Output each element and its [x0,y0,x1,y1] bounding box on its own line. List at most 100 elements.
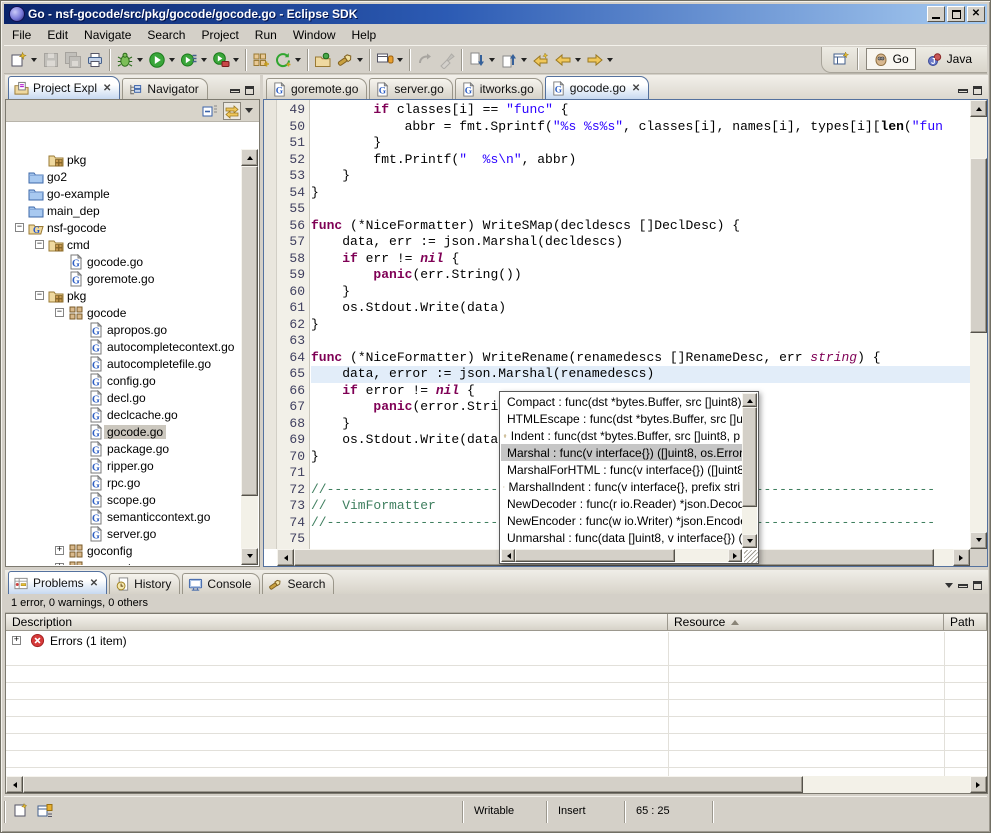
tree-item-decl-go[interactable]: Gdecl.go [7,389,241,406]
collapse-all-icon[interactable] [201,102,219,120]
collapse-expander[interactable]: − [15,223,24,232]
view-menu-icon[interactable] [945,583,953,592]
prev-annotation-dropdown-icon[interactable] [521,58,527,65]
forward-button[interactable] [584,48,616,72]
tree-item-pkg[interactable]: −pkg [7,287,241,304]
minimize-view-icon[interactable] [958,89,968,93]
editor-tab-itworks-go[interactable]: Gitworks.go [455,78,543,99]
editor-body[interactable]: 4950515253545556575859606162636465666768… [263,99,988,567]
menu-file[interactable]: File [4,26,39,44]
external-tools-button[interactable] [210,48,242,72]
next-annotation-dropdown-icon[interactable] [489,58,495,65]
popup-resize-grip[interactable] [744,550,758,563]
debug-button[interactable] [114,48,146,72]
tree-item-goremote[interactable]: +goremote [7,559,241,565]
debug-dropdown-icon[interactable] [137,58,143,65]
editor-tab-goremote-go[interactable]: Ggoremote.go [266,78,367,99]
completion-item-compact[interactable]: Compact : func(dst *bytes.Buffer, src []… [501,393,742,410]
maximize-view-icon[interactable] [973,86,982,95]
tree-item-nsf-gocode[interactable]: −Gnsf-gocode [7,219,241,236]
tree-scrollbar[interactable] [241,149,258,565]
forward-dropdown-icon[interactable] [607,58,613,65]
tree-item-server-go[interactable]: Gserver.go [7,525,241,542]
problems-hscrollbar[interactable] [6,776,987,793]
column-header-resource[interactable]: Resource [668,614,944,630]
explorer-tab-project-expl[interactable]: Project Expl✕ [8,76,120,99]
problems-tab-problems[interactable]: Problems✕ [8,571,107,594]
tree-item-goremote-go[interactable]: Ggoremote.go [7,270,241,287]
tree-item-cmd[interactable]: −cmd [7,236,241,253]
problems-tab-history[interactable]: History [109,573,180,594]
tree-item-pkg[interactable]: pkg [7,151,241,168]
go-refresh-button[interactable] [272,48,304,72]
perspective-go-button[interactable]: Go [866,48,916,70]
tree-item-scope-go[interactable]: Gscope.go [7,491,241,508]
external-tools-dropdown-icon[interactable] [233,58,239,65]
tree-item-main-dep[interactable]: main_dep [7,202,241,219]
tree-item-apropos-go[interactable]: Gapropos.go [7,321,241,338]
back-button[interactable] [552,48,584,72]
link-with-editor-icon[interactable] [223,102,241,120]
collapse-expander[interactable]: − [55,308,64,317]
print-button[interactable] [84,48,106,72]
editor-tab-gocode-go[interactable]: Ggocode.go✕ [545,76,649,99]
tree-item-ripper-go[interactable]: Gripper.go [7,457,241,474]
close-button[interactable]: ✕ [967,6,985,22]
editor-tab-server-go[interactable]: Gserver.go [369,78,452,99]
view-menu-icon[interactable] [245,108,253,117]
editor-vscrollbar[interactable] [970,100,987,549]
console-display-button[interactable] [374,48,406,72]
table-row[interactable]: +Errors (1 item) [6,632,987,649]
menu-help[interactable]: Help [344,26,385,44]
completion-item-htmlescape[interactable]: HTMLEscape : func(dst *bytes.Buffer, src… [501,410,742,427]
completion-item-newencoder[interactable]: NewEncoder : func(w io.Writer) *json.Enc… [501,512,742,529]
next-annotation-button[interactable] [466,48,498,72]
trim-minimized-view-icon[interactable] [36,802,54,820]
tree-item-package-go[interactable]: Gpackage.go [7,440,241,457]
popup-vscrollbar[interactable] [742,393,757,548]
menu-project[interactable]: Project [193,26,246,44]
maximize-view-icon[interactable] [245,86,254,95]
tree-item-config-go[interactable]: Gconfig.go [7,372,241,389]
explorer-tab-navigator[interactable]: Navigator [122,78,207,99]
completion-item-marshalindent[interactable]: MarshalIndent : func(v interface{}, pref… [501,478,742,495]
prev-annotation-button[interactable] [498,48,530,72]
search-button[interactable] [334,48,366,72]
collapse-expander[interactable]: − [35,240,44,249]
popup-hscrollbar[interactable] [501,549,742,562]
tree-item-declcache-go[interactable]: Gdeclcache.go [7,406,241,423]
maximize-button[interactable] [947,6,965,22]
trim-fast-view-icon[interactable] [12,802,30,820]
menu-edit[interactable]: Edit [39,26,76,44]
completion-item-marshalforhtml[interactable]: MarshalForHTML : func(v interface{}) ([]… [501,461,742,478]
expand-expander[interactable]: + [12,636,21,645]
completion-item-indent[interactable]: Indent : func(dst *bytes.Buffer, src []u… [501,427,742,444]
new-wizard-button[interactable] [8,48,40,72]
expand-expander[interactable]: + [55,563,64,565]
completion-item-marshal[interactable]: Marshal : func(v interface{}) ([]uint8, … [501,444,742,461]
run-history-dropdown-icon[interactable] [201,58,207,65]
tree-item-gocode[interactable]: −gocode [7,304,241,321]
go-refresh-dropdown-icon[interactable] [295,58,301,65]
title-bar[interactable]: Go - nsf-gocode/src/pkg/gocode/gocode.go… [4,4,987,24]
minimize-view-icon[interactable] [958,584,968,588]
menu-navigate[interactable]: Navigate [76,26,139,44]
completion-item-newdecoder[interactable]: NewDecoder : func(r io.Reader) *json.Dec… [501,495,742,512]
menu-run[interactable]: Run [247,26,285,44]
minimize-view-icon[interactable] [230,89,240,93]
close-tab-icon[interactable]: ✕ [90,578,98,589]
menu-window[interactable]: Window [285,26,344,44]
tree-item-gocode-go[interactable]: Ggocode.go [7,253,241,270]
new-go-package-button[interactable] [250,48,272,72]
minimize-button[interactable] [927,6,945,22]
close-tab-icon[interactable]: ✕ [632,83,640,94]
tree-item-semanticcontext-go[interactable]: Gsemanticcontext.go [7,508,241,525]
collapse-expander[interactable]: − [35,291,44,300]
perspective-java-button[interactable]: JJava [920,48,979,70]
expand-expander[interactable]: + [55,546,64,555]
tree-item-gocode-go[interactable]: Ggocode.go [7,423,241,440]
back-dropdown-icon[interactable] [575,58,581,65]
run-history-button[interactable] [178,48,210,72]
tree-item-autocompletecontext-go[interactable]: Gautocompletecontext.go [7,338,241,355]
maximize-view-icon[interactable] [973,581,982,590]
